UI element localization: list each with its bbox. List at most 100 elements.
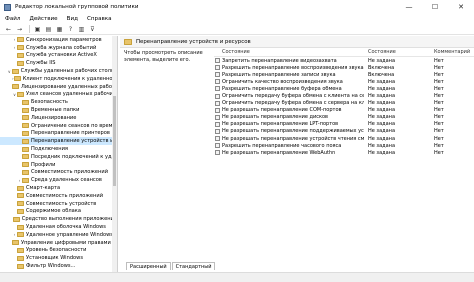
table-row[interactable]: Не разрешать перенаправление WebAuthn Не … xyxy=(214,149,474,156)
tree-item[interactable]: Временные папки xyxy=(0,106,117,114)
policy-setting-icon xyxy=(215,72,220,78)
tree-item-label: Безопасность xyxy=(31,99,68,106)
back-arrow-icon[interactable]: ← xyxy=(4,25,13,34)
tree-item[interactable]: Посредник подключений к уда xyxy=(0,153,117,161)
tree-item-label: Совместимость устройств xyxy=(26,200,97,207)
policy-name-cell: Не разрешать перенаправление LPT-портов xyxy=(214,121,364,127)
tree-item[interactable]: › Клиент подключения к удаленному ра xyxy=(0,75,117,83)
table-row[interactable]: Запретить перенаправление видеозахвата Не… xyxy=(214,57,474,64)
folder-icon xyxy=(17,255,24,261)
tree-item[interactable]: Лицензирование удаленных рабочих xyxy=(0,83,117,91)
policy-name: Разрешить перенаправление часового пояса xyxy=(222,142,342,149)
policy-setting-icon xyxy=(215,65,220,71)
tree-item-label: Удаленное управление Windows xyxy=(26,231,113,238)
close-button[interactable]: ✕ xyxy=(448,0,474,14)
help-icon[interactable]: ? xyxy=(66,25,75,34)
table-row[interactable]: Разрешить перенаправление записи звука Вк… xyxy=(214,71,474,78)
table-row[interactable]: Ограничить качество воспроизведения звук… xyxy=(214,78,474,85)
tree-item[interactable]: Перенаправление принтеров xyxy=(0,130,117,138)
tree-item[interactable]: Профили xyxy=(0,161,117,169)
tree-item[interactable]: › Синхронизация параметров xyxy=(0,36,117,44)
tab-standard[interactable]: Стандартный xyxy=(171,262,216,270)
list-rows: Запретить перенаправление видеозахвата Не… xyxy=(214,57,474,156)
table-row[interactable]: Не разрешать перенаправление дисков Не за… xyxy=(214,114,474,121)
column-header-state[interactable]: Состояние xyxy=(364,49,430,55)
tree-item[interactable]: Удаленная оболочка Windows xyxy=(0,223,117,231)
folder-icon xyxy=(17,201,24,207)
tree-item[interactable]: Установщик Windows xyxy=(0,254,117,262)
properties-icon[interactable]: ▥ xyxy=(77,25,86,34)
policy-comment: Нет xyxy=(434,114,444,121)
table-row[interactable]: Ограничить передачу буфера обмена с клие… xyxy=(214,92,474,99)
tree-item-label: Временные папки xyxy=(31,107,80,114)
policy-name-cell: Разрешить перенаправление буфера обмена xyxy=(214,86,364,92)
policy-comment: Нет xyxy=(434,135,444,142)
tree-scrollbar-thumb[interactable] xyxy=(113,96,116,186)
export-list-icon[interactable]: ▦ xyxy=(55,25,64,34)
column-header-comment[interactable]: Комментарий xyxy=(430,49,474,55)
tree-item[interactable]: Совместимость устройств xyxy=(0,200,117,208)
tree-item-label: Синхронизация параметров xyxy=(26,36,102,43)
policy-name: Ограничить передачу буфера обмена с клие… xyxy=(222,93,364,100)
column-header-name[interactable]: Состояние xyxy=(214,49,364,55)
menu-help[interactable]: Справка xyxy=(87,16,112,22)
folder-icon xyxy=(17,45,24,51)
tree-item[interactable]: Смарт-карта xyxy=(0,184,117,192)
table-row[interactable]: Разрешить перенаправление часового пояса… xyxy=(214,142,474,149)
folder-icon xyxy=(22,130,29,136)
tree-item[interactable]: Средство выполнения приложение xyxy=(0,215,117,223)
tree-item[interactable]: Подключения xyxy=(0,145,117,153)
expand-chevron-icon[interactable]: ∨ xyxy=(7,69,12,74)
list-view-icon[interactable]: ▤ xyxy=(44,25,53,34)
menu-view[interactable]: Вид xyxy=(67,16,78,22)
table-row[interactable]: Разрешить перенаправление буфера обмена Н… xyxy=(214,85,474,92)
folder-icon xyxy=(22,154,29,160)
tab-extended[interactable]: Расширенный xyxy=(126,262,171,270)
table-row[interactable]: Не разрешать перенаправление COM-портов Н… xyxy=(214,107,474,114)
tree-item[interactable]: ∨ Узел сеансов удаленных рабочих xyxy=(0,91,117,99)
table-row[interactable]: Разрешить перенаправление воспроизведени… xyxy=(214,64,474,71)
tree-item[interactable]: ∨ Службы удаленных рабочих столов xyxy=(0,67,117,75)
tree-scrollbar[interactable] xyxy=(112,36,117,272)
tree-item[interactable]: › Служба журнала событий xyxy=(0,44,117,52)
tree-item[interactable]: Ограничение сеансов по врем xyxy=(0,122,117,130)
tree-item[interactable]: Совместимость приложений xyxy=(0,169,117,177)
filter-icon[interactable]: ⊽ xyxy=(88,25,97,34)
policy-comment: Нет xyxy=(434,93,444,100)
folder-icon xyxy=(17,208,24,214)
tree-item[interactable]: Служба установки ActiveX xyxy=(0,52,117,60)
tree-item[interactable]: › Удаленное управление Windows xyxy=(0,231,117,239)
policy-name: Не разрешать перенаправление LPT-портов xyxy=(222,121,339,128)
menu-file[interactable]: Файл xyxy=(5,16,20,22)
table-row[interactable]: Не разрешать перенаправление LPT-портов Н… xyxy=(214,121,474,128)
tree-item[interactable]: Фильтр Windows... xyxy=(0,262,117,270)
tree-item-label: Службы удаленных рабочих столов xyxy=(20,68,117,75)
tree-item[interactable]: Перенаправление устройств и xyxy=(0,137,117,146)
forward-arrow-icon[interactable]: → xyxy=(15,25,24,34)
tree-item[interactable]: Службы IIS xyxy=(0,59,117,67)
window-controls: — ☐ ✕ xyxy=(396,0,474,14)
policy-name-cell: Не разрешать перенаправление устройств ч… xyxy=(214,136,364,142)
tree-item-label: Перенаправление устройств и xyxy=(31,138,114,145)
policy-setting-icon xyxy=(215,150,220,156)
show-hide-tree-icon[interactable]: ▣ xyxy=(33,25,42,34)
folder-icon xyxy=(22,99,29,105)
table-row[interactable]: Не разрешать перенаправление устройств ч… xyxy=(214,135,474,142)
policy-name-cell: Разрешить перенаправление записи звука xyxy=(214,72,364,78)
table-row[interactable]: Не разрешать перенаправление поддерживае… xyxy=(214,128,474,135)
maximize-button[interactable]: ☐ xyxy=(422,0,448,14)
description-text: Чтобы просмотреть описание элемента, выд… xyxy=(124,50,203,63)
tree-item[interactable]: Лицензирование xyxy=(0,114,117,122)
minimize-button[interactable]: — xyxy=(396,0,422,14)
tree-item[interactable]: Безопасность xyxy=(0,98,117,106)
tree-item[interactable]: Управление цифровыми правами Win xyxy=(0,239,117,247)
tree-item[interactable]: › Среда удаленных сеансов xyxy=(0,176,117,184)
menu-action[interactable]: Действие xyxy=(29,16,57,22)
policy-comment: Нет xyxy=(434,78,444,85)
tree-item[interactable]: Уровень безопасности xyxy=(0,247,117,255)
folder-icon xyxy=(17,247,24,253)
app-icon xyxy=(4,3,11,11)
tree-item[interactable]: Содержимое облака xyxy=(0,208,117,216)
tree-item[interactable]: Совместимость приложений xyxy=(0,192,117,200)
table-row[interactable]: Ограничить передачу буфера обмена с серв… xyxy=(214,100,474,107)
